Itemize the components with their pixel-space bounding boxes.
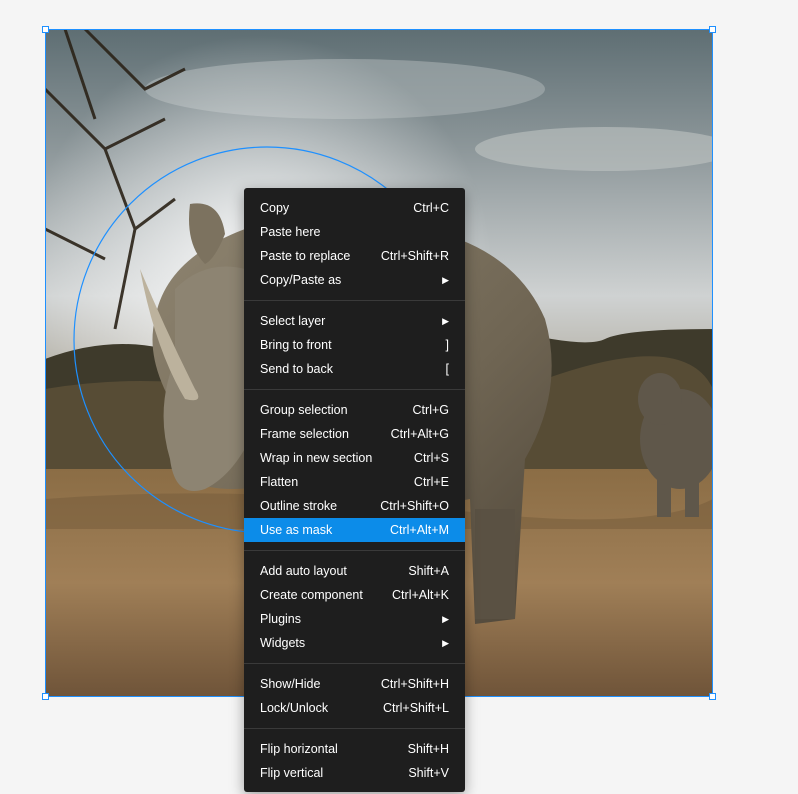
menu-item-lock-unlock[interactable]: Lock/Unlock Ctrl+Shift+L	[244, 696, 465, 720]
menu-item-copy[interactable]: Copy Ctrl+C	[244, 196, 465, 220]
menu-separator	[244, 300, 465, 301]
menu-separator	[244, 389, 465, 390]
design-canvas[interactable]: Copy Ctrl+C Paste here Paste to replace Ctrl…	[0, 0, 798, 794]
menu-item-shortcut: [	[445, 362, 449, 376]
menu-item-bring-to-front[interactable]: Bring to front]	[244, 333, 465, 357]
menu-item-copy-paste-as[interactable]: Copy/Paste as ▶	[244, 268, 465, 292]
menu-item-use-as-mask[interactable]: Use as mask Ctrl+Alt+M	[244, 518, 465, 542]
menu-item-paste-to-replace[interactable]: Paste to replace Ctrl+Shift+R	[244, 244, 465, 268]
menu-item-label: Paste here	[260, 225, 321, 239]
menu-item-shortcut: Shift+A	[408, 564, 449, 578]
menu-item-label: Flip horizontal	[260, 742, 338, 756]
menu-item-label: Show/Hide	[260, 677, 321, 691]
menu-item-shortcut: Shift+V	[408, 766, 449, 780]
menu-item-flip-vertical[interactable]: Flip vertical Shift+V	[244, 761, 465, 785]
menu-item-outline-stroke[interactable]: Outline stroke Ctrl+Shift+O	[244, 494, 465, 518]
menu-item-shortcut: Ctrl+Alt+G	[390, 427, 449, 441]
menu-item-label: Flatten	[260, 475, 299, 489]
menu-item-show-hide[interactable]: Show/Hide Ctrl+Shift+H	[244, 672, 465, 696]
chevron-right-icon: ▶	[442, 274, 449, 285]
menu-item-group-selection[interactable]: Group selection Ctrl+G	[244, 398, 465, 422]
menu-separator	[244, 663, 465, 664]
menu-item-shortcut: Ctrl+Alt+K	[392, 588, 449, 602]
menu-separator	[244, 728, 465, 729]
menu-item-wrap-in-new-section[interactable]: Wrap in new section Ctrl+S	[244, 446, 465, 470]
menu-item-flip-horizontal[interactable]: Flip horizontal Shift+H	[244, 737, 465, 761]
menu-item-shortcut: Shift+H	[407, 742, 449, 756]
menu-item-shortcut: Ctrl+Alt+M	[389, 523, 449, 537]
menu-item-label: Widgets	[260, 636, 306, 650]
menu-item-label: Copy/Paste as	[260, 273, 342, 287]
menu-item-label: Paste to replace	[260, 249, 351, 263]
menu-item-select-layer[interactable]: Select layer ▶	[244, 309, 465, 333]
menu-item-widgets[interactable]: Widgets ▶	[244, 631, 465, 655]
menu-item-shortcut: Ctrl+Shift+R	[380, 249, 449, 263]
menu-item-label: Use as mask	[260, 523, 333, 537]
menu-item-shortcut: Ctrl+Shift+H	[380, 677, 449, 691]
chevron-right-icon: ▶	[442, 315, 449, 326]
menu-item-shortcut: Ctrl+Shift+L	[382, 701, 449, 715]
menu-item-label: Copy	[260, 201, 290, 215]
menu-item-label: Select layer	[260, 314, 326, 328]
menu-item-shortcut: Ctrl+S	[413, 451, 449, 465]
context-menu: Copy Ctrl+C Paste here Paste to replace Ctrl…	[244, 188, 465, 792]
menu-item-label: Lock/Unlock	[260, 701, 329, 715]
menu-item-flatten[interactable]: Flatten Ctrl+E	[244, 470, 465, 494]
menu-item-plugins[interactable]: Plugins ▶	[244, 607, 465, 631]
menu-item-label: Flip vertical	[260, 766, 324, 780]
menu-item-send-to-back[interactable]: Send to back [	[244, 357, 465, 381]
menu-item-label: Plugins	[260, 612, 301, 626]
menu-item-frame-selection[interactable]: Frame selection Ctrl+Alt+G	[244, 422, 465, 446]
menu-item-label: Wrap in new section	[260, 451, 373, 465]
menu-item-add-auto-layout[interactable]: Add auto layout Shift+A	[244, 559, 465, 583]
chevron-right-icon: ▶	[442, 613, 449, 624]
menu-item-label: Create component	[260, 588, 363, 602]
menu-item-create-component[interactable]: Create component Ctrl+Alt+K	[244, 583, 465, 607]
menu-item-shortcut: Ctrl+E	[413, 475, 449, 489]
menu-item-paste-here[interactable]: Paste here	[244, 220, 465, 244]
menu-item-shortcut: Ctrl+Shift+O	[380, 499, 449, 513]
menu-item-label: Bring to front	[260, 338, 332, 352]
menu-item-label: Outline stroke	[260, 499, 338, 513]
menu-item-shortcut: ]	[445, 338, 449, 352]
menu-item-label: Group selection	[260, 403, 348, 417]
menu-item-label: Add auto layout	[260, 564, 347, 578]
chevron-right-icon: ▶	[442, 637, 449, 648]
menu-item-label: Frame selection	[260, 427, 349, 441]
menu-item-shortcut: Ctrl+C	[413, 201, 449, 215]
menu-item-label: Send to back	[260, 362, 333, 376]
menu-item-shortcut: Ctrl+G	[412, 403, 449, 417]
menu-separator	[244, 550, 465, 551]
